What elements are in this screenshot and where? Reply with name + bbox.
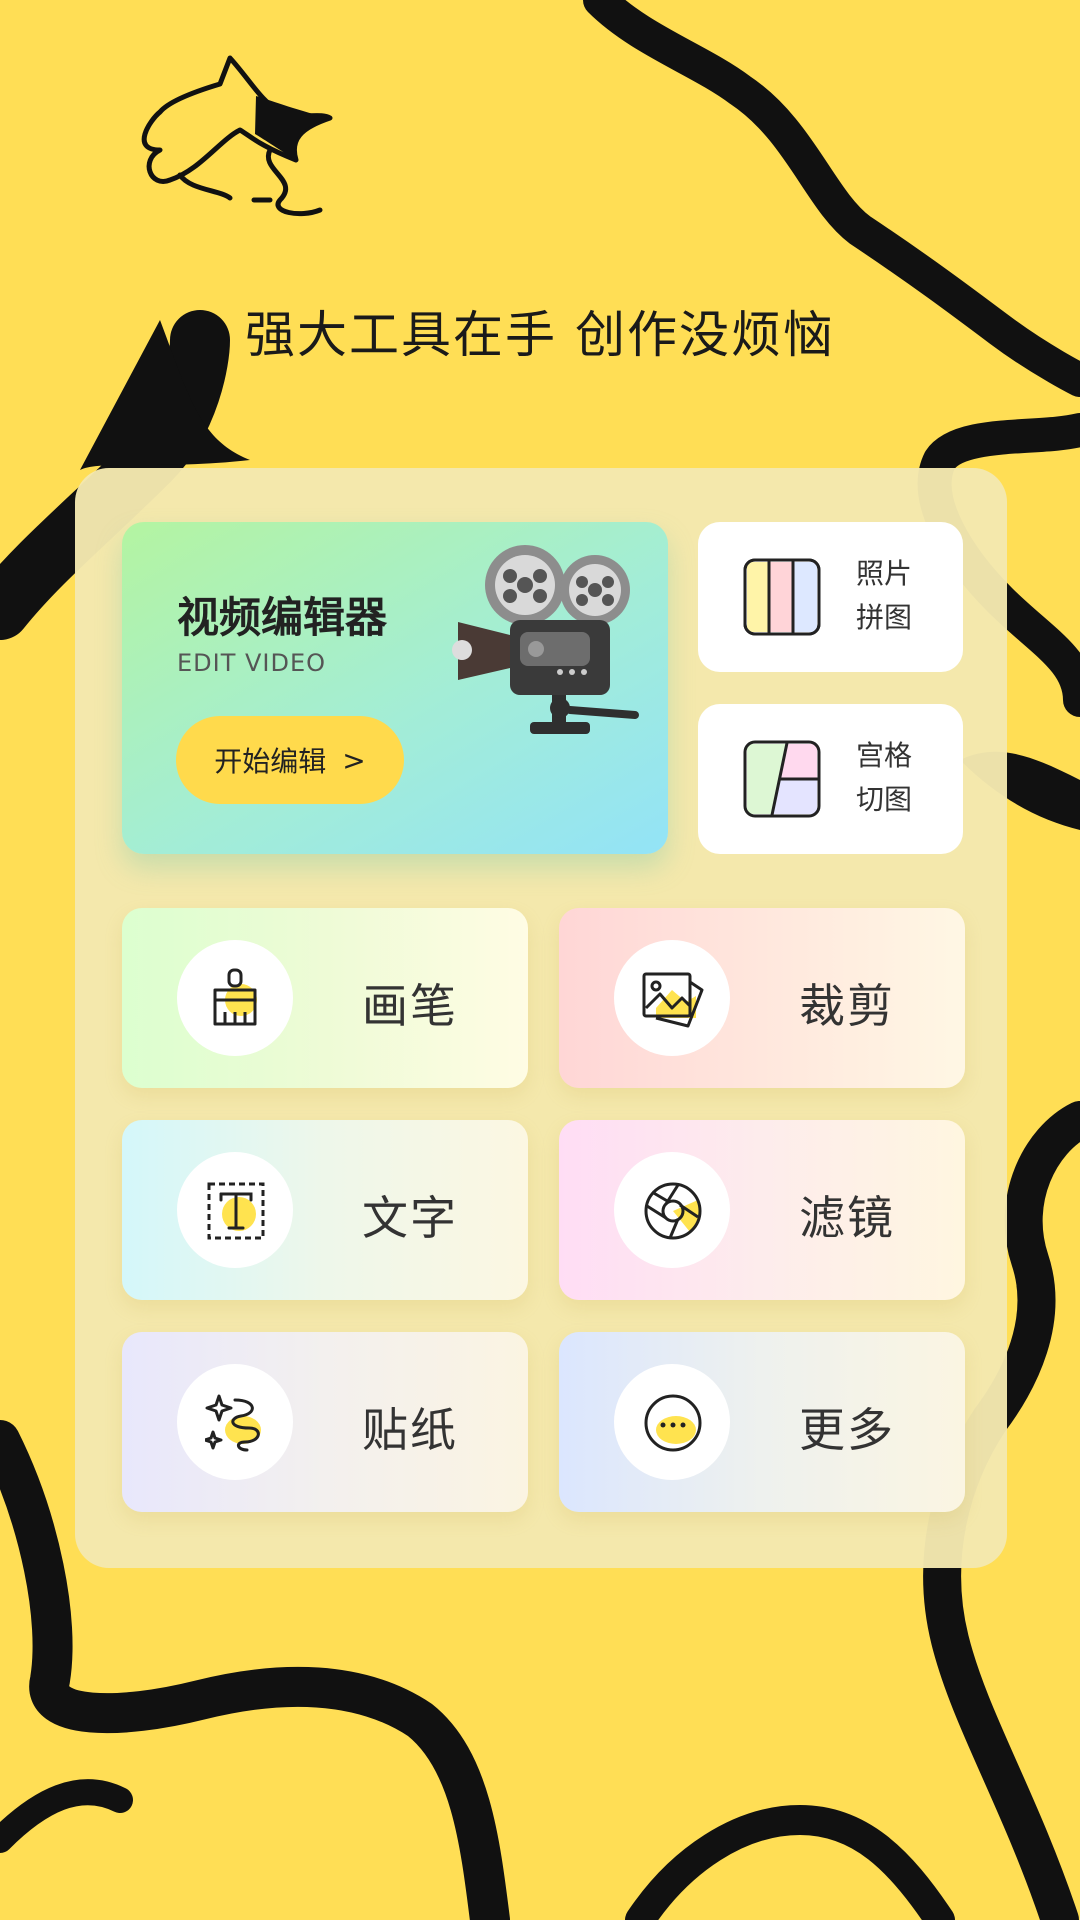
tool-label: 画笔 xyxy=(362,979,458,1033)
text-icon xyxy=(207,1182,265,1240)
tools-panel: 视频编辑器 EDIT VIDEO 开始编辑 > 照片拼图 宫格切图 画笔 裁剪 … xyxy=(75,468,1007,1568)
tool-label: 裁剪 xyxy=(799,979,895,1033)
tool-more[interactable]: 更多 xyxy=(559,1332,965,1512)
tool-crop[interactable]: 裁剪 xyxy=(559,908,965,1088)
tool-icon-circle xyxy=(177,940,293,1056)
tool-icon-circle xyxy=(177,1152,293,1268)
tool-sticker[interactable]: 贴纸 xyxy=(122,1332,528,1512)
video-editor-subtitle: EDIT VIDEO xyxy=(177,649,327,677)
crop-image-icon xyxy=(642,972,704,1028)
grid-cut-label: 宫格切图 xyxy=(856,739,913,816)
chevron-right-icon: > xyxy=(342,743,366,777)
start-editing-button[interactable]: 开始编辑 > xyxy=(176,716,404,804)
tool-filter[interactable]: 滤镜 xyxy=(559,1120,965,1300)
tool-label: 贴纸 xyxy=(362,1403,458,1457)
photo-collage-label: 照片拼图 xyxy=(856,557,913,634)
tool-text[interactable]: 文字 xyxy=(122,1120,528,1300)
tool-icon-circle xyxy=(614,1364,730,1480)
start-editing-label: 开始编辑 xyxy=(214,745,327,778)
sticker-sparkle-icon xyxy=(205,1394,261,1452)
headline: 强大工具在手 创作没烦恼 xyxy=(245,306,835,364)
grid-cut-icon xyxy=(743,740,821,818)
more-icon xyxy=(644,1394,702,1452)
tool-icon-circle xyxy=(614,940,730,1056)
brush-icon xyxy=(213,968,257,1026)
video-editor-title: 视频编辑器 xyxy=(177,593,388,642)
video-editor-card[interactable]: 视频编辑器 EDIT VIDEO 开始编辑 > xyxy=(122,522,668,854)
tool-label: 更多 xyxy=(799,1403,895,1457)
tool-icon-circle xyxy=(177,1364,293,1480)
photo-collage-icon xyxy=(743,558,821,636)
tool-brush[interactable]: 画笔 xyxy=(122,908,528,1088)
tool-icon-circle xyxy=(614,1152,730,1268)
grid-cut-card[interactable]: 宫格切图 xyxy=(698,704,963,854)
movie-camera-icon xyxy=(452,545,639,734)
photo-collage-card[interactable]: 照片拼图 xyxy=(698,522,963,672)
tool-label: 文字 xyxy=(362,1191,458,1245)
tool-label: 滤镜 xyxy=(799,1191,895,1245)
aperture-filter-icon xyxy=(644,1182,702,1240)
